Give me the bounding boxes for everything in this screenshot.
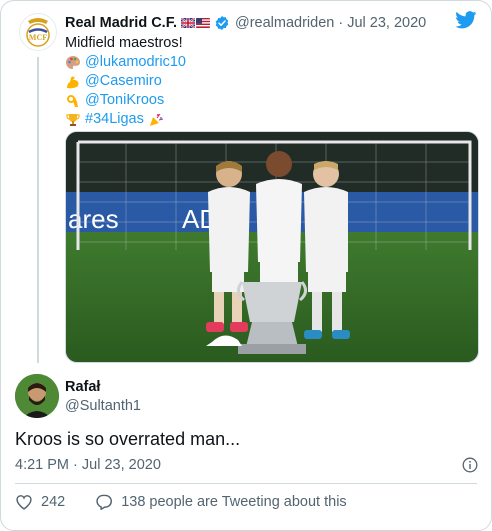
real-madrid-crest-icon: MCF: [26, 18, 50, 47]
mention-row: @ToniKroos: [65, 91, 186, 110]
author-flags: [181, 18, 210, 28]
flexed-biceps-icon: [65, 74, 85, 90]
tweet-actions: 242 138 people are Tweeting about this: [15, 492, 347, 512]
svg-text:MCF: MCF: [29, 33, 47, 42]
palette-icon: [65, 55, 85, 71]
tweet-photo[interactable]: ares AD: [65, 131, 479, 363]
reply-text: Kroos is so overrated man...: [15, 429, 241, 449]
mention-modric[interactable]: @lukamodric10: [85, 53, 186, 72]
embedded-tweet-card: MCF Real Madrid C.F. @realmadriden · Jul…: [0, 0, 492, 531]
tweet-date[interactable]: Jul 23, 2020: [347, 15, 426, 31]
like-button[interactable]: 242: [15, 494, 65, 510]
tweet-text: Midfield maestros! @lukamodric10 @Casemi…: [65, 34, 186, 129]
uk-flag-icon: [181, 18, 195, 28]
author-name[interactable]: Real Madrid C.F.: [65, 15, 177, 31]
conversation-text: 138 people are Tweeting about this: [121, 494, 347, 510]
rafal-avatar[interactable]: [15, 374, 59, 418]
tweet-headline: Midfield maestros!: [65, 35, 183, 51]
reply-author-name[interactable]: Rafał: [65, 379, 100, 395]
mention-row: @Casemiro: [65, 72, 186, 91]
party-popper-icon: [148, 112, 164, 128]
heart-icon: [16, 495, 32, 510]
author-handle[interactable]: @realmadriden: [235, 15, 334, 31]
hashtag-34ligas[interactable]: #34Ligas: [85, 110, 144, 129]
info-icon[interactable]: [462, 457, 478, 478]
like-count: 242: [41, 494, 66, 510]
tweet-text-line: Midfield maestros!: [65, 34, 186, 53]
rafal-profile-picture: [15, 374, 59, 418]
mention-row: #34Ligas: [65, 110, 186, 129]
reply-bubble-icon: [96, 494, 113, 510]
mention-casemiro[interactable]: @Casemiro: [85, 72, 162, 91]
ok-hand-icon: [65, 93, 85, 109]
real-madrid-avatar[interactable]: MCF: [19, 13, 57, 51]
mention-kroos[interactable]: @ToniKroos: [85, 91, 164, 110]
tweet-header: Real Madrid C.F. @realmadriden · Jul 23,…: [65, 13, 426, 33]
thread-line: [37, 57, 39, 363]
twitter-bird-icon[interactable]: [455, 11, 477, 34]
mention-row: @lukamodric10: [65, 53, 186, 72]
trophy-icon: [65, 112, 85, 128]
divider: [15, 483, 477, 484]
separator-dot: ·: [338, 15, 344, 31]
reply-timestamp[interactable]: 4:21 PM · Jul 23, 2020: [15, 457, 161, 473]
players-trophy-photo: ares AD: [66, 132, 478, 362]
ad-board-left: ares: [68, 204, 119, 234]
us-flag-icon: [196, 18, 210, 28]
reply-author-handle[interactable]: @Sultanth1: [65, 398, 141, 414]
conversation-button[interactable]: 138 people are Tweeting about this: [95, 494, 347, 510]
verified-badge-icon: [214, 15, 230, 31]
